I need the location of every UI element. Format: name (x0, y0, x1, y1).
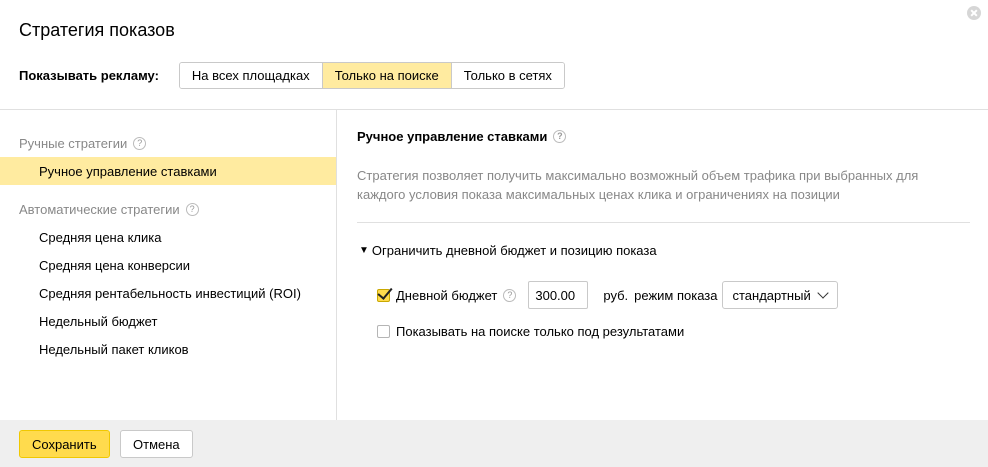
display-mode-select[interactable]: стандартный (721, 281, 838, 309)
question-icon[interactable]: ? (553, 130, 567, 143)
daily-budget-row: Дневной бюджет ? руб. режим показа станд… (377, 281, 838, 309)
limit-budget-toggle[interactable]: ▼ Ограничить дневной бюджет и позицию по… (359, 243, 657, 258)
daily-budget-checkbox[interactable] (377, 288, 390, 302)
show-ads-networks-button[interactable]: Только в сетях (451, 63, 564, 88)
chevron-down-icon (817, 287, 829, 299)
question-icon[interactable]: ? (503, 288, 517, 302)
manual-strategies-label: Ручные стратегии (19, 136, 128, 151)
limit-budget-label: Ограничить дневной бюджет и позицию пока… (371, 243, 657, 258)
display-mode-label: режим показа (634, 287, 718, 303)
daily-budget-input[interactable] (528, 281, 589, 309)
show-ads-row: Показывать рекламу: На всех площадках То… (19, 62, 565, 89)
triangle-down-icon: ▼ (359, 245, 369, 256)
save-button[interactable]: Сохранить (19, 430, 110, 458)
search-only-label: Показывать на поиске только под результа… (396, 324, 685, 339)
close-icon[interactable] (967, 6, 981, 20)
show-ads-label: Показывать рекламу: (19, 68, 159, 83)
manual-strategies-title: Ручные стратегии ? (19, 136, 147, 151)
strategy-title: Ручное управление ставками ? (357, 129, 567, 144)
auto-strategies-title: Автоматические стратегии ? (19, 202, 199, 217)
sidebar-item-roi[interactable]: Средняя рентабельность инвестиций (ROI) (0, 279, 336, 307)
dialog-title: Стратегия показов (19, 20, 175, 40)
show-ads-all-button[interactable]: На всех площадках (179, 63, 323, 88)
question-icon[interactable]: ? (185, 203, 199, 216)
search-only-checkbox[interactable] (377, 325, 390, 338)
strategy-title-text: Ручное управление ставками (357, 129, 548, 144)
currency-label: руб. (603, 287, 629, 303)
strategy-sidebar: Ручные стратегии ? Ручное управление ста… (0, 110, 336, 420)
display-mode-value: стандартный (732, 287, 811, 303)
sidebar-item-avg-cpc[interactable]: Средняя цена клика (0, 223, 336, 251)
cancel-button[interactable]: Отмена (120, 430, 193, 458)
sidebar-item-avg-cpa[interactable]: Средняя цена конверсии (0, 251, 336, 279)
vertical-divider (336, 110, 337, 420)
dialog-footer: Сохранить Отмена (0, 420, 988, 467)
show-ads-segmented: На всех площадках Только на поиске Тольк… (178, 62, 565, 89)
sidebar-item-manual-bids[interactable]: Ручное управление ставками (0, 157, 336, 185)
show-ads-search-button[interactable]: Только на поиске (322, 63, 452, 88)
details-divider (357, 222, 970, 223)
question-icon[interactable]: ? (133, 137, 147, 150)
strategy-description: Стратегия позволяет получить максимально… (357, 168, 919, 202)
auto-strategies-label: Автоматические стратегии (19, 202, 180, 217)
search-only-row: Показывать на поиске только под результа… (377, 324, 684, 339)
sidebar-item-weekly-budget[interactable]: Недельный бюджет (0, 307, 336, 335)
daily-budget-label: Дневной бюджет (396, 287, 498, 303)
strategy-details: Ручное управление ставками ? Стратегия п… (357, 110, 971, 420)
sidebar-item-weekly-clicks[interactable]: Недельный пакет кликов (0, 335, 336, 363)
strategy-dialog: Стратегия показов Показывать рекламу: На… (0, 0, 988, 467)
